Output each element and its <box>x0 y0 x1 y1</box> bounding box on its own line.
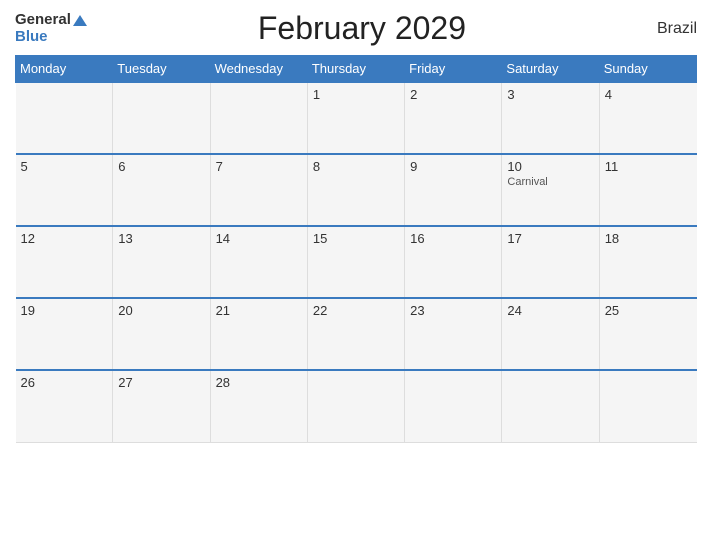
calendar-container: General Blue February 2029 Brazil Monday… <box>0 0 712 550</box>
day-cell: 3 <box>502 82 599 154</box>
day-number: 27 <box>118 375 204 390</box>
day-number: 5 <box>21 159 108 174</box>
day-number: 19 <box>21 303 108 318</box>
calendar-header: General Blue February 2029 Brazil <box>15 10 697 47</box>
day-cell: 9 <box>405 154 502 226</box>
col-wednesday: Wednesday <box>210 56 307 83</box>
day-cell: 13 <box>113 226 210 298</box>
day-number: 21 <box>216 303 302 318</box>
day-cell <box>502 370 599 442</box>
day-cell: 16 <box>405 226 502 298</box>
day-number: 20 <box>118 303 204 318</box>
day-number: 17 <box>507 231 593 246</box>
day-cell <box>599 370 696 442</box>
day-cell: 11 <box>599 154 696 226</box>
day-cell: 2 <box>405 82 502 154</box>
month-title: February 2029 <box>87 10 637 47</box>
day-cell: 22 <box>307 298 404 370</box>
col-friday: Friday <box>405 56 502 83</box>
day-number: 6 <box>118 159 204 174</box>
day-cell: 7 <box>210 154 307 226</box>
day-number: 12 <box>21 231 108 246</box>
day-cell: 27 <box>113 370 210 442</box>
logo-general-text: General <box>15 12 71 29</box>
day-cell: 6 <box>113 154 210 226</box>
country-label: Brazil <box>637 20 697 38</box>
day-cell: 15 <box>307 226 404 298</box>
logo-triangle-icon <box>73 15 87 26</box>
day-number: 4 <box>605 87 692 102</box>
day-cell: 5 <box>16 154 113 226</box>
day-cell: 19 <box>16 298 113 370</box>
day-number: 22 <box>313 303 399 318</box>
day-cell: 8 <box>307 154 404 226</box>
day-cell: 21 <box>210 298 307 370</box>
day-number: 9 <box>410 159 496 174</box>
week-row-3: 19 20 21 22 23 24 25 <box>16 298 697 370</box>
col-tuesday: Tuesday <box>113 56 210 83</box>
day-number: 3 <box>507 87 593 102</box>
calendar-table: Monday Tuesday Wednesday Thursday Friday… <box>15 55 697 443</box>
week-row-1: 56789 10 Carnival 11 <box>16 154 697 226</box>
day-cell: 14 <box>210 226 307 298</box>
day-number: 23 <box>410 303 496 318</box>
day-number: 11 <box>605 159 692 174</box>
day-number: 28 <box>216 375 302 390</box>
day-number: 10 <box>507 159 593 174</box>
col-thursday: Thursday <box>307 56 404 83</box>
week-row-2: 12 13 14 15 16 17 18 <box>16 226 697 298</box>
day-cell: 26 <box>16 370 113 442</box>
day-number: 8 <box>313 159 399 174</box>
logo-blue-text: Blue <box>15 28 48 45</box>
day-cell: 25 <box>599 298 696 370</box>
day-cell: 12 <box>16 226 113 298</box>
day-cell: 4 <box>599 82 696 154</box>
col-saturday: Saturday <box>502 56 599 83</box>
day-cell: 10 Carnival <box>502 154 599 226</box>
day-cell: 1 <box>307 82 404 154</box>
day-cell: 28 <box>210 370 307 442</box>
day-cell <box>210 82 307 154</box>
day-number: 2 <box>410 87 496 102</box>
day-number: 16 <box>410 231 496 246</box>
day-number: 15 <box>313 231 399 246</box>
day-number: 7 <box>216 159 302 174</box>
day-cell: 24 <box>502 298 599 370</box>
day-number: 13 <box>118 231 204 246</box>
week-row-4: 26 27 28 <box>16 370 697 442</box>
logo: General Blue <box>15 12 87 45</box>
day-number: 25 <box>605 303 692 318</box>
day-cell: 17 <box>502 226 599 298</box>
weekday-header-row: Monday Tuesday Wednesday Thursday Friday… <box>16 56 697 83</box>
event-label: Carnival <box>507 176 593 188</box>
day-cell <box>307 370 404 442</box>
day-number: 26 <box>21 375 108 390</box>
day-number: 18 <box>605 231 692 246</box>
day-number: 24 <box>507 303 593 318</box>
col-monday: Monday <box>16 56 113 83</box>
day-number: 1 <box>313 87 399 102</box>
col-sunday: Sunday <box>599 56 696 83</box>
day-cell <box>113 82 210 154</box>
week-row-0: 1234 <box>16 82 697 154</box>
day-cell: 20 <box>113 298 210 370</box>
day-cell <box>16 82 113 154</box>
day-cell <box>405 370 502 442</box>
day-number: 14 <box>216 231 302 246</box>
day-cell: 18 <box>599 226 696 298</box>
day-cell: 23 <box>405 298 502 370</box>
